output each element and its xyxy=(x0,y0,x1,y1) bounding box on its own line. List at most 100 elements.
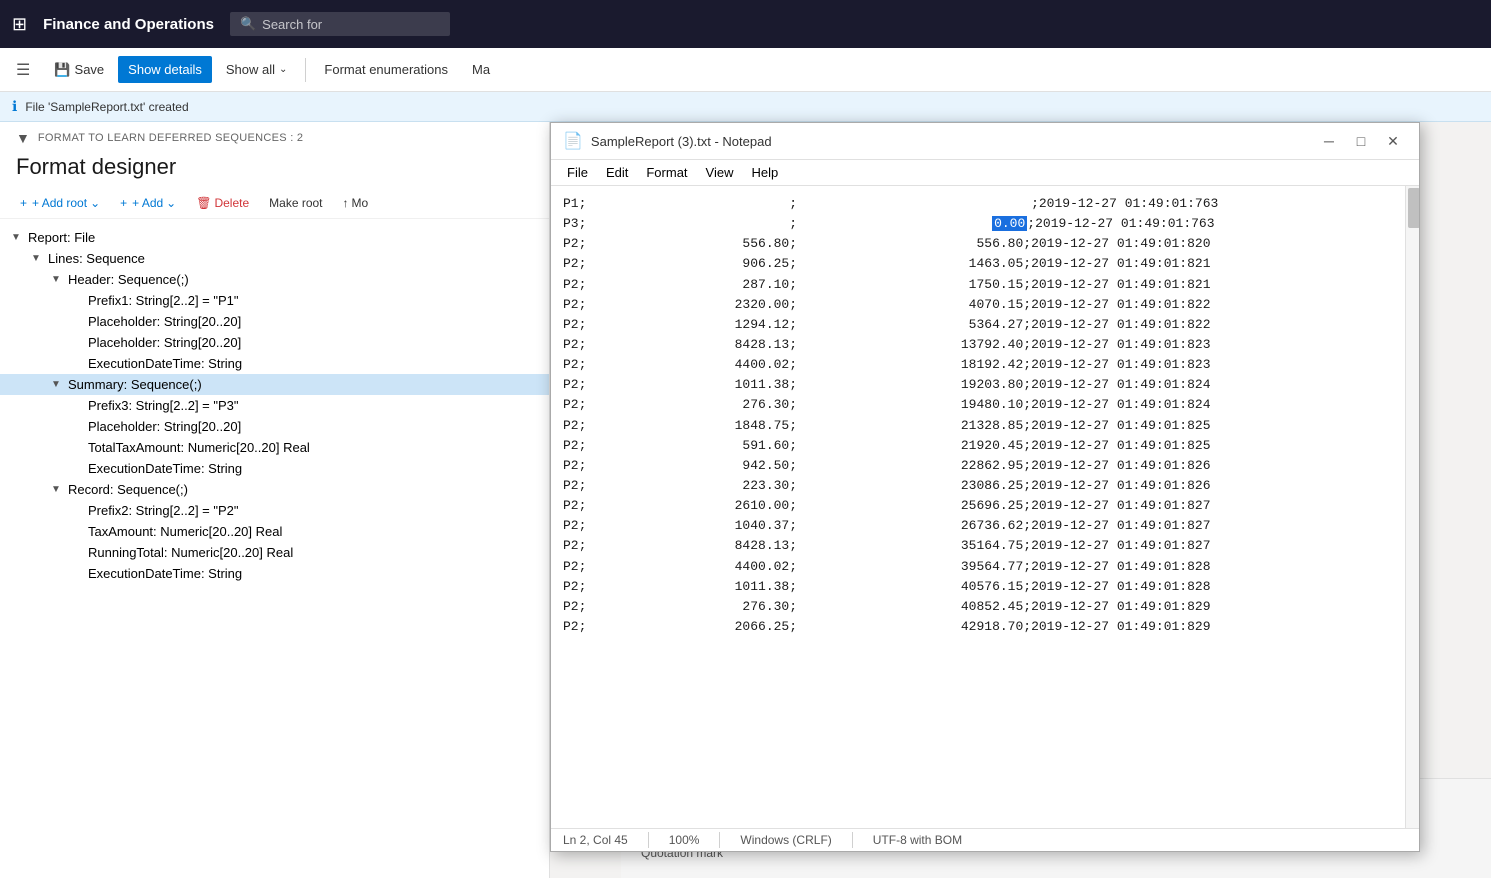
tree-node-label: ExecutionDateTime: String xyxy=(84,460,246,477)
tree-node[interactable]: RunningTotal: Numeric[20..20] Real xyxy=(0,542,549,563)
highlighted-value: 0.00 xyxy=(992,216,1027,231)
notepad-window: 📄 SampleReport (3).txt - Notepad ─ □ ✕ F… xyxy=(550,122,1420,852)
left-panel: ▼ FORMAT TO LEARN DEFERRED SEQUENCES : 2… xyxy=(0,122,550,878)
tree-node[interactable]: ▼Header: Sequence(;) xyxy=(0,269,549,290)
app-title: Finance and Operations xyxy=(43,16,214,33)
notepad-menu-edit[interactable]: Edit xyxy=(598,162,636,183)
tree-node-label: ExecutionDateTime: String xyxy=(84,565,246,582)
move-up-icon: ↑ xyxy=(343,196,349,210)
add-root-button[interactable]: + + Add root ⌄ xyxy=(12,192,108,214)
tree-container[interactable]: ▼Report: File▼Lines: Sequence▼Header: Se… xyxy=(0,219,549,878)
tree-toggle-icon[interactable]: ▼ xyxy=(48,274,64,285)
waffle-icon[interactable]: ⊞ xyxy=(12,14,27,35)
notepad-encoding: UTF-8 with BOM xyxy=(873,833,962,847)
tree-node-label: Prefix1: String[2..2] = "P1" xyxy=(84,292,243,309)
search-input[interactable] xyxy=(262,17,422,32)
notepad-file-icon: 📄 xyxy=(563,131,583,151)
tree-node[interactable]: Prefix1: String[2..2] = "P1" xyxy=(0,290,549,311)
show-all-button[interactable]: Show all ⌄ xyxy=(216,56,298,83)
status-sep-3 xyxy=(852,832,853,848)
tree-node-label: Prefix3: String[2..2] = "P3" xyxy=(84,397,243,414)
main-area: ▼ FORMAT TO LEARN DEFERRED SEQUENCES : 2… xyxy=(0,122,1491,878)
notepad-menu-format[interactable]: Format xyxy=(638,162,695,183)
delete-button[interactable]: 🗑 Delete xyxy=(188,192,257,214)
tree-node-label: Header: Sequence(;) xyxy=(64,271,193,288)
tree-toggle-icon[interactable]: ▼ xyxy=(48,484,64,495)
tree-node-label: TotalTaxAmount: Numeric[20..20] Real xyxy=(84,439,314,456)
notepad-menu-file[interactable]: File xyxy=(559,162,596,183)
more-button[interactable]: Ma xyxy=(462,56,500,83)
info-icon: ℹ xyxy=(12,98,17,115)
secondary-toolbar: ☰ 💾 Save Show details Show all ⌄ Format … xyxy=(0,48,1491,92)
tree-node[interactable]: Prefix2: String[2..2] = "P2" xyxy=(0,500,549,521)
add-caret: ⌄ xyxy=(166,196,176,210)
notepad-content: P1; ; ;2019-12-27 01:49:01:763 P3; ; 0.0… xyxy=(551,186,1419,828)
format-enumerations-button[interactable]: Format enumerations xyxy=(314,56,458,83)
format-breadcrumb-area: ▼ FORMAT TO LEARN DEFERRED SEQUENCES : 2 xyxy=(0,122,549,150)
tree-node-label: Prefix2: String[2..2] = "P2" xyxy=(84,502,243,519)
tree-toggle-icon[interactable]: ▼ xyxy=(28,253,44,264)
tree-toggle-icon[interactable]: ▼ xyxy=(8,232,24,243)
notepad-minimize-button[interactable]: ─ xyxy=(1315,129,1343,153)
status-sep-2 xyxy=(719,832,720,848)
toolbar-separator xyxy=(305,58,306,82)
tree-node[interactable]: TaxAmount: Numeric[20..20] Real xyxy=(0,521,549,542)
tree-node-label: Report: File xyxy=(24,229,99,246)
tree-node-label: Summary: Sequence(;) xyxy=(64,376,206,393)
add-root-caret: ⌄ xyxy=(90,196,100,210)
tree-node[interactable]: Prefix3: String[2..2] = "P3" xyxy=(0,395,549,416)
notepad-maximize-button[interactable]: □ xyxy=(1347,129,1375,153)
notepad-scrollbar-vertical[interactable] xyxy=(1405,186,1419,828)
tree-node[interactable]: ExecutionDateTime: String xyxy=(0,458,549,479)
notepad-close-button[interactable]: ✕ xyxy=(1379,129,1407,153)
top-bar: ⊞ Finance and Operations 🔍 xyxy=(0,0,1491,48)
search-icon: 🔍 xyxy=(240,16,256,32)
info-message: File 'SampleReport.txt' created xyxy=(25,100,188,114)
tree-toolbar: + + Add root ⌄ + + Add ⌄ 🗑 Delete Make r… xyxy=(0,188,549,219)
notepad-menubar: File Edit Format View Help xyxy=(551,160,1419,186)
notepad-titlebar: 📄 SampleReport (3).txt - Notepad ─ □ ✕ xyxy=(551,123,1419,160)
delete-icon: 🗑 xyxy=(196,196,211,210)
notepad-line-ending: Windows (CRLF) xyxy=(740,833,831,847)
tree-node[interactable]: ExecutionDateTime: String xyxy=(0,353,549,374)
save-button[interactable]: 💾 Save xyxy=(44,56,114,84)
tree-node-label: ExecutionDateTime: String xyxy=(84,355,246,372)
filter-icon: ▼ xyxy=(16,130,30,146)
notepad-position: Ln 2, Col 45 xyxy=(563,833,628,847)
save-icon: 💾 xyxy=(54,62,70,78)
move-button[interactable]: ↑ Mo xyxy=(335,192,377,214)
show-details-button[interactable]: Show details xyxy=(118,56,212,83)
format-title: Format designer xyxy=(0,150,549,188)
notepad-title: SampleReport (3).txt - Notepad xyxy=(591,134,1307,149)
tree-node-label: Placeholder: String[20..20] xyxy=(84,313,245,330)
search-box[interactable]: 🔍 xyxy=(230,12,450,36)
tree-node[interactable]: ▼Record: Sequence(;) xyxy=(0,479,549,500)
format-breadcrumb: FORMAT TO LEARN DEFERRED SEQUENCES : 2 xyxy=(38,132,303,144)
notepad-text-area[interactable]: P1; ; ;2019-12-27 01:49:01:763 P3; ; 0.0… xyxy=(551,186,1405,828)
notepad-window-buttons: ─ □ ✕ xyxy=(1315,129,1407,153)
notepad-menu-view[interactable]: View xyxy=(698,162,742,183)
tree-node[interactable]: ▼Lines: Sequence xyxy=(0,248,549,269)
tree-node[interactable]: ExecutionDateTime: String xyxy=(0,563,549,584)
tree-node-label: TaxAmount: Numeric[20..20] Real xyxy=(84,523,286,540)
tree-node-label: Placeholder: String[20..20] xyxy=(84,418,245,435)
tree-node[interactable]: Placeholder: String[20..20] xyxy=(0,332,549,353)
tree-node[interactable]: Placeholder: String[20..20] xyxy=(0,311,549,332)
tree-node[interactable]: ▼Report: File xyxy=(0,227,549,248)
nav-toggle-btn[interactable]: ☰ xyxy=(10,58,36,82)
tree-node-label: Placeholder: String[20..20] xyxy=(84,334,245,351)
tree-node[interactable]: Placeholder: String[20..20] xyxy=(0,416,549,437)
info-bar: ℹ File 'SampleReport.txt' created xyxy=(0,92,1491,122)
show-all-caret: ⌄ xyxy=(279,64,287,75)
tree-node-label: RunningTotal: Numeric[20..20] Real xyxy=(84,544,297,561)
tree-toggle-icon[interactable]: ▼ xyxy=(48,379,64,390)
add-button[interactable]: + + Add ⌄ xyxy=(112,192,184,214)
notepad-statusbar: Ln 2, Col 45 100% Windows (CRLF) UTF-8 w… xyxy=(551,828,1419,851)
tree-node-label: Lines: Sequence xyxy=(44,250,149,267)
tree-node[interactable]: ▼Summary: Sequence(;) xyxy=(0,374,549,395)
status-sep-1 xyxy=(648,832,649,848)
tree-node-label: Record: Sequence(;) xyxy=(64,481,192,498)
tree-node[interactable]: TotalTaxAmount: Numeric[20..20] Real xyxy=(0,437,549,458)
notepad-menu-help[interactable]: Help xyxy=(743,162,786,183)
make-root-button[interactable]: Make root xyxy=(261,192,330,214)
